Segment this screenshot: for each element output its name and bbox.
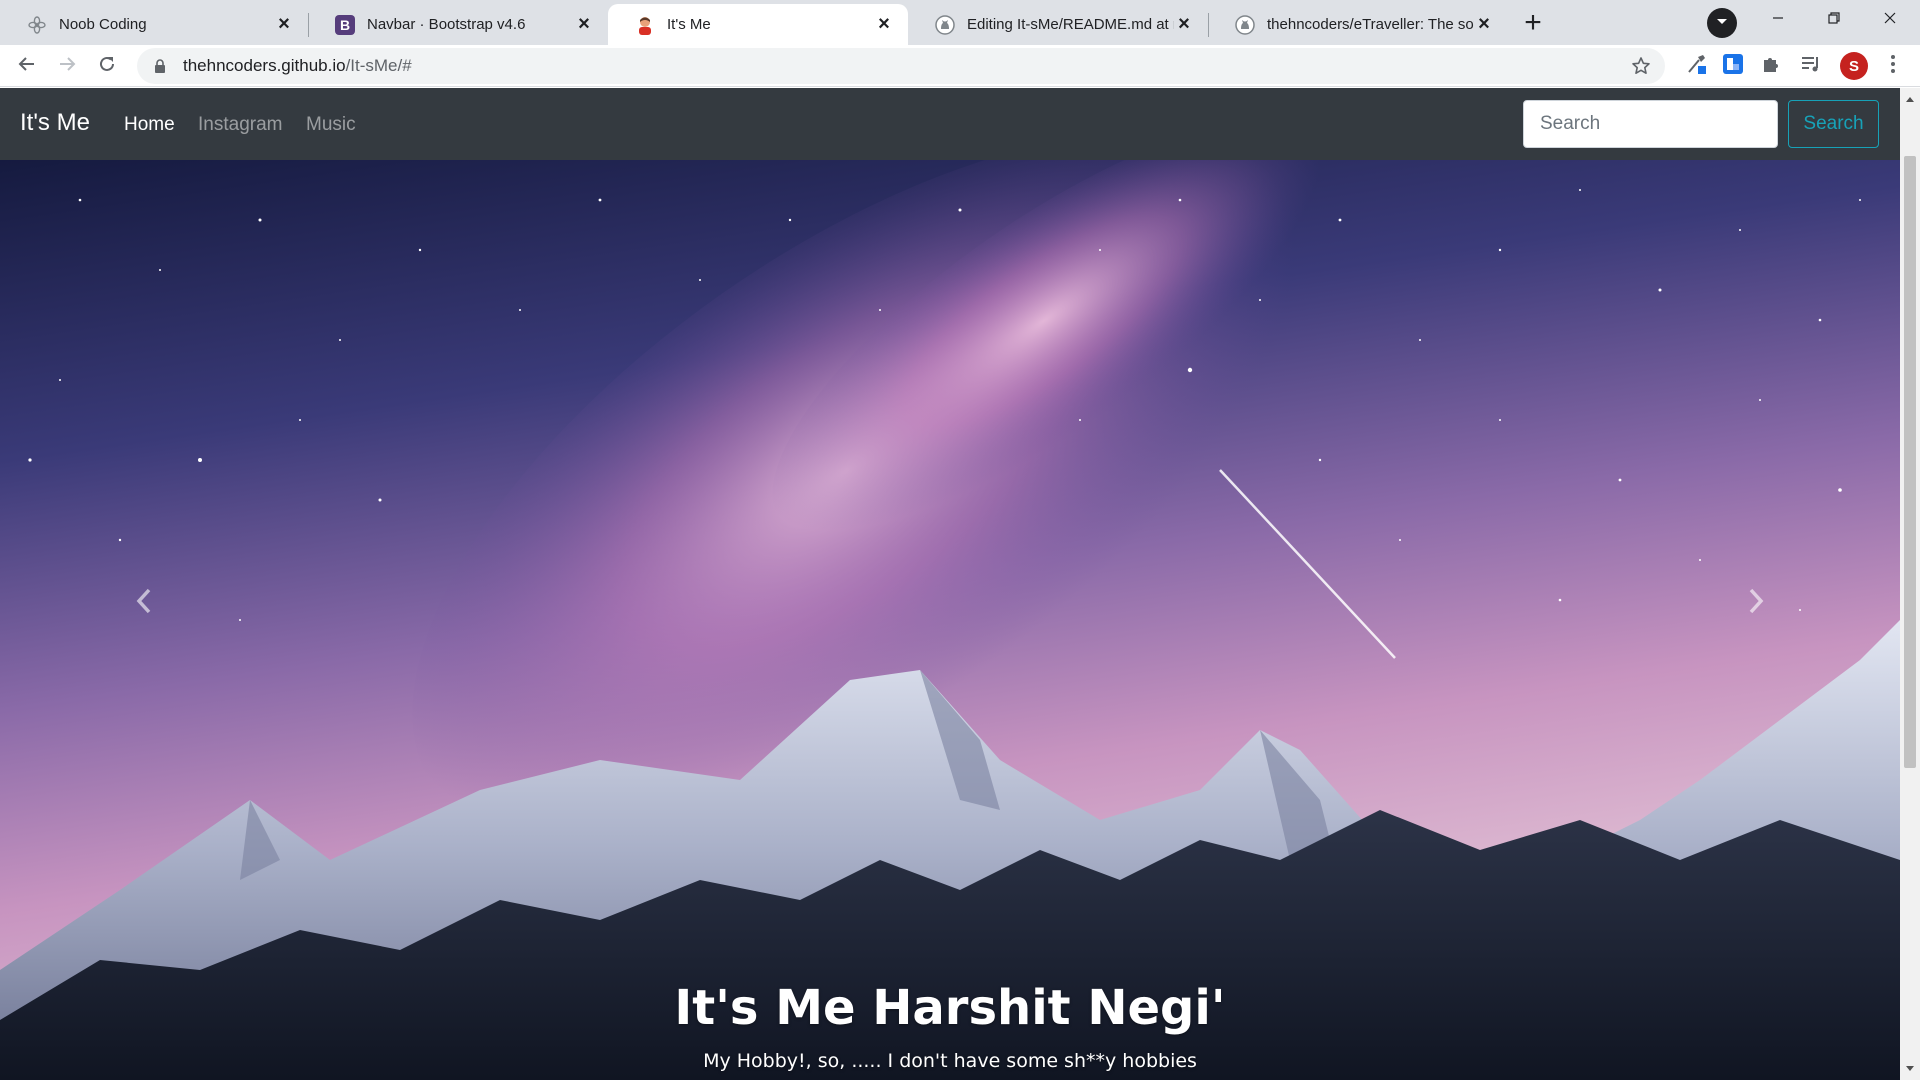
caption-heading: It's Me Harshit Negi' <box>674 980 1226 1036</box>
close-icon <box>1883 11 1897 30</box>
more-vert-icon <box>1890 54 1896 79</box>
tab-editing-readme[interactable]: Editing It-sMe/README.md at m × <box>908 4 1208 45</box>
extension-blue-button[interactable] <box>1716 49 1750 83</box>
navbar-brand[interactable]: It's Me <box>20 109 90 137</box>
chevron-right-icon <box>1746 588 1766 619</box>
url-text: thehncoders.github.io/It-sMe/# <box>183 56 412 76</box>
search-button[interactable]: Search <box>1788 100 1879 148</box>
carousel-caption: It's Me Harshit Negi' My Hobby!, so, ...… <box>0 978 1900 1074</box>
profile-initial: S <box>1848 57 1859 75</box>
arrow-right-icon <box>57 54 77 79</box>
playlist-icon <box>1800 53 1822 80</box>
close-icon[interactable]: × <box>874 13 894 35</box>
tab-title: It's Me <box>667 16 711 33</box>
github-logo-icon <box>935 14 955 35</box>
tab-title: Navbar · Bootstrap v4.6 <box>367 16 526 33</box>
page-viewport: It's Me Home Instagram Music Search Sear… <box>0 88 1920 1080</box>
lock-icon <box>151 58 169 74</box>
scroll-down-icon[interactable] <box>1904 1062 1916 1076</box>
eyedropper-icon <box>1685 52 1709 81</box>
nav-link-instagram[interactable]: Instagram <box>198 114 282 136</box>
carousel: It's Me Harshit Negi' My Hobby!, so, ...… <box>0 160 1900 1080</box>
carousel-next-button[interactable] <box>1736 583 1776 623</box>
tab-navbar-bootstrap[interactable]: B Navbar · Bootstrap v4.6 × <box>308 4 608 45</box>
puzzle-piece-icon <box>1761 54 1781 79</box>
extensions-button[interactable] <box>1754 49 1788 83</box>
bootstrap-logo-icon: B <box>335 14 355 35</box>
media-control-button[interactable] <box>1794 49 1828 83</box>
plus-icon: + <box>1524 6 1542 39</box>
browser-menu-button[interactable] <box>1876 49 1910 83</box>
tab-etraveller[interactable]: thehncoders/eTraveller: The softw × <box>1208 4 1508 45</box>
chevron-left-icon <box>134 588 154 619</box>
forward-button[interactable] <box>50 49 84 83</box>
scroll-up-icon[interactable] <box>1904 92 1916 106</box>
extension-eyedropper-button[interactable] <box>1680 49 1714 83</box>
arrow-left-icon <box>17 54 37 79</box>
nav-link-music[interactable]: Music <box>306 114 356 136</box>
restore-button[interactable] <box>1806 0 1862 40</box>
address-bar[interactable]: thehncoders.github.io/It-sMe/# <box>137 48 1665 84</box>
url-host: thehncoders.github.io <box>183 56 346 75</box>
browser-toolbar: thehncoders.github.io/It-sMe/# S <box>0 45 1920 87</box>
close-icon[interactable]: × <box>1474 13 1494 35</box>
scroll-thumb[interactable] <box>1904 156 1916 768</box>
url-path: /It-sMe/# <box>345 56 412 75</box>
tab-title: Noob Coding <box>59 16 147 33</box>
tab-search-button[interactable] <box>1707 8 1737 38</box>
tab-its-me[interactable]: It's Me × <box>608 4 908 45</box>
tab-title: Editing It-sMe/README.md at m <box>967 16 1174 33</box>
github-logo-icon <box>1235 14 1255 35</box>
bookmark-star-icon[interactable] <box>1629 54 1653 78</box>
close-icon[interactable]: × <box>1174 13 1194 35</box>
tab-strip: Noob Coding × B Navbar · Bootstrap v4.6 … <box>0 0 1920 45</box>
tab-noob-coding[interactable]: Noob Coding × <box>0 4 308 45</box>
tab-title: thehncoders/eTraveller: The softw <box>1267 16 1474 33</box>
carousel-prev-button[interactable] <box>124 583 164 623</box>
search-input[interactable] <box>1523 100 1778 148</box>
back-button[interactable] <box>10 49 44 83</box>
reload-icon <box>97 54 117 79</box>
window-close-button[interactable] <box>1862 0 1918 40</box>
reload-button[interactable] <box>90 49 124 83</box>
site-navbar: It's Me Home Instagram Music Search <box>0 88 1900 160</box>
nav-link-home[interactable]: Home <box>124 114 175 136</box>
close-icon[interactable]: × <box>574 13 594 35</box>
bootstrap-logo-letter: B <box>335 14 355 35</box>
new-tab-button[interactable]: + <box>1516 6 1550 40</box>
close-icon[interactable]: × <box>274 13 294 35</box>
profile-avatar[interactable]: S <box>1840 52 1868 80</box>
caption-text: My Hobby!, so, ..... I don't have some s… <box>703 1050 1197 1072</box>
page-scrollbar[interactable] <box>1900 88 1920 1080</box>
carousel-slide-image <box>0 160 1900 1080</box>
restore-icon <box>1827 11 1841 30</box>
minimize-button[interactable] <box>1750 0 1806 40</box>
flower-logo-icon <box>27 15 47 35</box>
chevron-down-icon <box>1715 14 1729 33</box>
minimize-icon <box>1771 11 1785 30</box>
avatar-favicon-icon <box>635 15 655 35</box>
extension-logo-icon <box>1722 53 1744 80</box>
